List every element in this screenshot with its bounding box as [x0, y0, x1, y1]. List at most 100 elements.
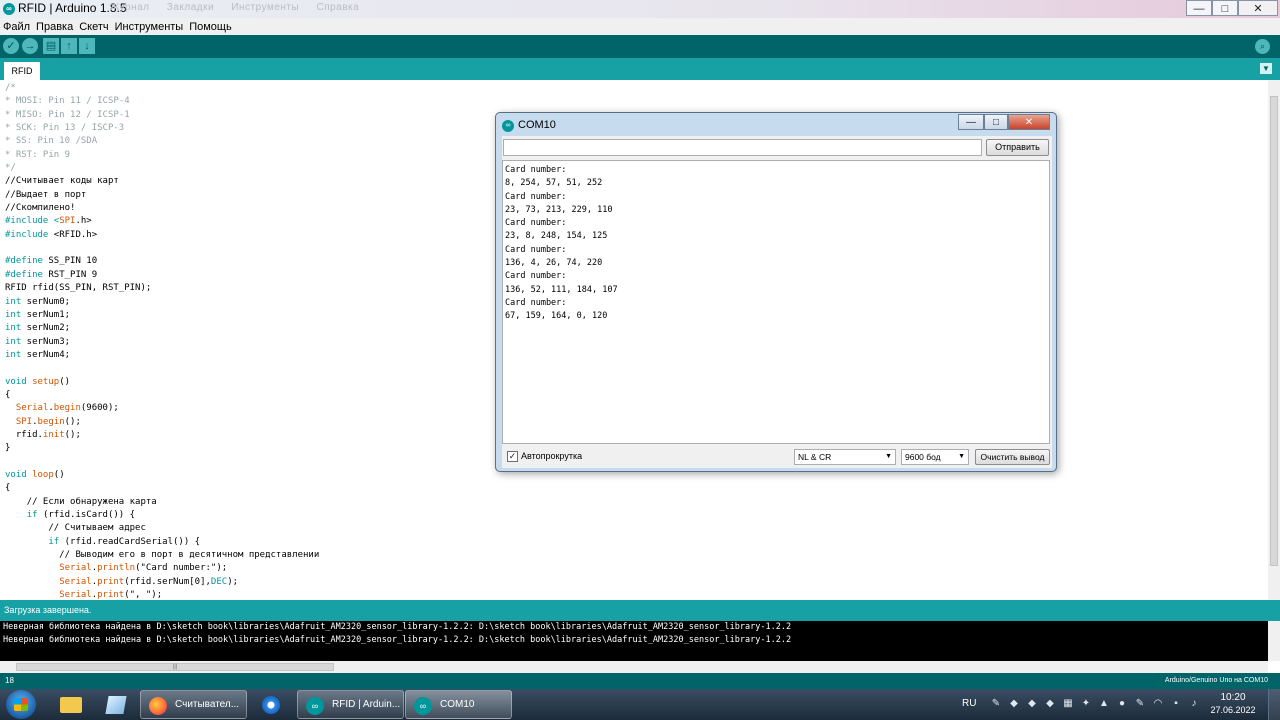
code-token: serNum0;: [21, 296, 71, 307]
send-button[interactable]: Отправить: [986, 139, 1049, 156]
app-tray-icon[interactable]: ▪: [1170, 698, 1182, 710]
code-line[interactable]: {: [5, 482, 1268, 495]
autoscroll-checkbox[interactable]: ✓: [507, 451, 518, 462]
upload-button[interactable]: →: [22, 38, 38, 54]
minimize-button[interactable]: —: [1186, 0, 1212, 16]
app-tray-icon[interactable]: ◆: [1026, 698, 1038, 710]
console-horizontal-scrollbar[interactable]: |||: [0, 661, 1268, 673]
menu-file[interactable]: Файл: [3, 21, 30, 33]
status-message: Загрузка завершена.: [4, 605, 92, 615]
code-line[interactable]: Serial.println("Card number:");: [5, 562, 1268, 575]
code-token: serNum2;: [21, 323, 71, 334]
code-token: );: [227, 576, 239, 587]
show-desktop-button[interactable]: [1268, 689, 1280, 720]
code-token: print: [97, 590, 125, 600]
serial-output-line: Card number:: [505, 165, 567, 175]
code-line[interactable]: // Если обнаружена карта: [5, 496, 1268, 509]
editor-scroll-thumb[interactable]: [1270, 96, 1278, 566]
code-token: ();: [64, 416, 81, 427]
taskbar-firefox-window[interactable]: Считывател...: [140, 690, 247, 719]
language-indicator[interactable]: RU: [962, 698, 976, 709]
code-token: Serial: [59, 576, 92, 587]
code-line[interactable]: * MOSI: Pin 11 / ICSP-4: [5, 95, 1268, 108]
serial-minimize-button[interactable]: —: [958, 114, 984, 130]
code-line[interactable]: Serial.print(", ");: [5, 589, 1268, 600]
serial-monitor-body: Отправить Card number: 8, 254, 57, 51, 25…: [502, 136, 1052, 468]
serial-output-line: 23, 73, 213, 229, 110: [505, 204, 613, 215]
editor-vertical-scrollbar[interactable]: [1268, 80, 1280, 600]
code-token: SPI: [15, 416, 33, 427]
code-token: if: [48, 536, 60, 547]
serial-maximize-button[interactable]: □: [984, 114, 1008, 130]
serial-output-area[interactable]: Card number: 8, 254, 57, 51, 252 Card numb…: [502, 160, 1050, 444]
menu-help[interactable]: Помощь: [189, 21, 232, 33]
serial-monitor-button[interactable]: ⌕: [1255, 39, 1270, 54]
tab-menu-button[interactable]: ▼: [1260, 63, 1272, 74]
code-token: (9600);: [80, 403, 119, 414]
code-token: setup: [32, 376, 60, 387]
code-line[interactable]: // Выводим его в порт в десятичном предс…: [5, 549, 1268, 562]
console-line: Неверная библиотека найдена в D:\sketch …: [3, 622, 792, 632]
verify-button[interactable]: ✓: [3, 38, 19, 54]
start-button[interactable]: [6, 690, 36, 719]
tab-rfid[interactable]: RFID: [4, 62, 40, 80]
code-line[interactable]: // Считываем адрес: [5, 522, 1268, 535]
code-token: .h>: [75, 216, 92, 227]
menu-tools[interactable]: Инструменты: [115, 21, 184, 33]
console-scroll-thumb[interactable]: |||: [16, 663, 334, 671]
taskbar-edge[interactable]: [251, 690, 291, 719]
app-tray-icon[interactable]: ▲: [1098, 698, 1110, 710]
app-tray-icon[interactable]: ✎: [1134, 698, 1146, 710]
code-token: loop: [32, 469, 54, 480]
chevron-down-icon: ▼: [958, 453, 965, 460]
code-line[interactable]: /*: [5, 82, 1268, 95]
baud-rate-value: 9600 бод: [905, 452, 941, 462]
save-sketch-button[interactable]: ↓: [79, 38, 95, 54]
code-token: }: [5, 443, 11, 454]
code-line[interactable]: Serial.print(rfid.serNum[0],DEC);: [5, 576, 1268, 589]
app-tray-icon[interactable]: ✦: [1080, 698, 1092, 710]
line-ending-select[interactable]: NL & CR ▼: [794, 449, 896, 465]
code-token: println: [97, 563, 136, 574]
code-token: * RST: Pin 9: [5, 149, 71, 160]
clock[interactable]: 10:20 27.06.2022: [1203, 691, 1263, 717]
code-token: rfid.: [5, 429, 43, 440]
maximize-button[interactable]: □: [1212, 0, 1238, 16]
serial-close-button[interactable]: ✕: [1008, 114, 1050, 130]
menu-sketch[interactable]: Скетч: [79, 21, 108, 33]
new-sketch-button[interactable]: ▤: [43, 38, 59, 54]
code-token: (", ");: [124, 590, 163, 600]
clock-time: 10:20: [1220, 692, 1246, 703]
menu-edit[interactable]: Правка: [36, 21, 73, 33]
taskbar-arduino-window[interactable]: ∞ RFID | Arduin...: [297, 690, 404, 719]
code-token: RFID rfid(SS_PIN, RST_PIN);: [5, 283, 152, 294]
network-icon[interactable]: ▦: [1062, 698, 1074, 710]
close-button[interactable]: ✕: [1238, 0, 1278, 16]
taskbar-explorer[interactable]: [50, 690, 90, 719]
tab-strip: RFID ▼: [0, 58, 1280, 80]
notepad-icon: [105, 696, 127, 714]
code-line[interactable]: if (rfid.isCard()) {: [5, 509, 1268, 522]
wifi-icon[interactable]: ◠: [1152, 698, 1164, 710]
clear-output-button[interactable]: Очистить вывод: [975, 449, 1050, 465]
baud-rate-select[interactable]: 9600 бод ▼: [901, 449, 969, 465]
serial-input-field[interactable]: [503, 139, 982, 156]
app-tray-icon[interactable]: ●: [1116, 698, 1128, 710]
code-token: <RFID.h>: [53, 229, 98, 240]
background-window-menu: Журнал Закладки Инструменты Справка: [110, 2, 373, 13]
console-vertical-scrollbar[interactable]: [1268, 621, 1280, 661]
code-token: int: [5, 336, 22, 347]
taskbar-notepad[interactable]: [95, 690, 135, 719]
code-line[interactable]: if (rfid.readCardSerial()) {: [5, 536, 1268, 549]
code-token: int: [5, 309, 22, 320]
taskbar-com10-window[interactable]: ∞ COM10: [405, 690, 512, 719]
app-tray-icon[interactable]: ◆: [1008, 698, 1020, 710]
open-sketch-button[interactable]: ↑: [61, 38, 77, 54]
code-token: if: [26, 510, 38, 520]
app-tray-icon[interactable]: ◆: [1044, 698, 1056, 710]
pen-icon[interactable]: ✎: [990, 698, 1002, 710]
volume-icon[interactable]: ♪: [1188, 698, 1200, 710]
